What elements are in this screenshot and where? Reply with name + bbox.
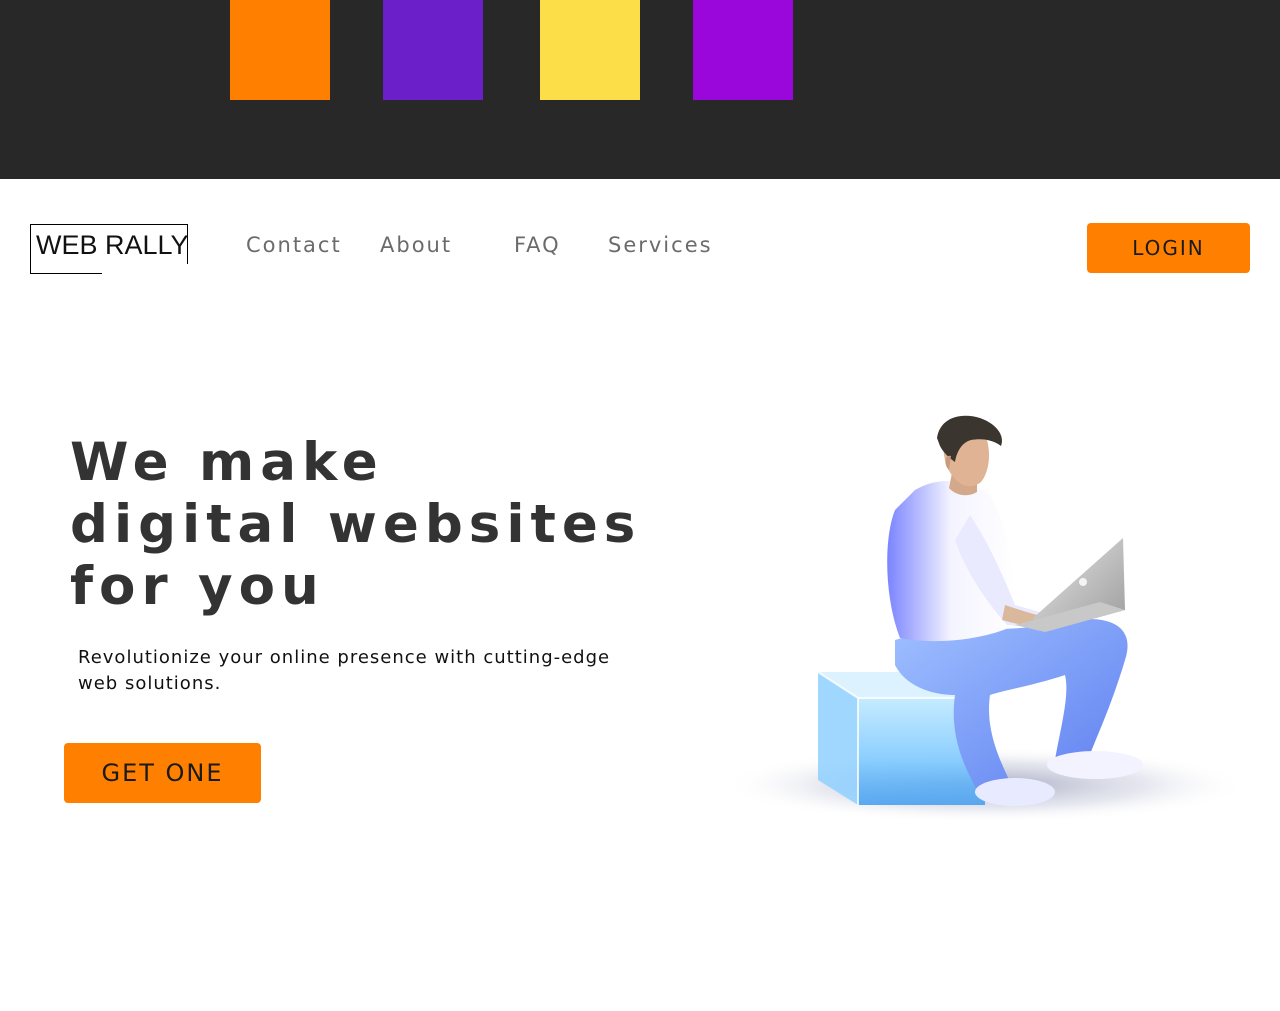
left-shoe (975, 778, 1055, 806)
nav-item-about[interactable]: About (380, 233, 452, 257)
logo-frame-bottom (30, 273, 102, 274)
hero-title-line: digital websites (70, 494, 642, 555)
hero-title-line: We make (70, 432, 384, 493)
logo-frame-top (30, 224, 188, 225)
login-button[interactable]: LOGIN (1087, 223, 1250, 273)
site-logo[interactable]: WEB RALLY (30, 224, 189, 274)
color-swatch-yellow (540, 0, 640, 100)
get-one-button[interactable]: GET ONE (64, 743, 261, 803)
right-shoe (1047, 751, 1143, 779)
color-swatch-indigo (383, 0, 483, 100)
logo-frame-left (30, 224, 31, 274)
top-banner (0, 0, 1280, 179)
nav-item-services[interactable]: Services (608, 233, 713, 257)
hero-title: We make digital websites for you (70, 432, 690, 618)
hero-subtitle: Revolutionize your online presence with … (78, 647, 611, 694)
logo-text: WEB RALLY (36, 230, 189, 260)
man-with-laptop-illustration (720, 415, 1250, 823)
hero-title-line: for you (70, 556, 325, 617)
nav-item-faq[interactable]: FAQ (514, 233, 561, 257)
nav-item-contact[interactable]: Contact (246, 233, 342, 257)
color-swatch-purple (693, 0, 793, 100)
color-swatch-orange (230, 0, 330, 100)
